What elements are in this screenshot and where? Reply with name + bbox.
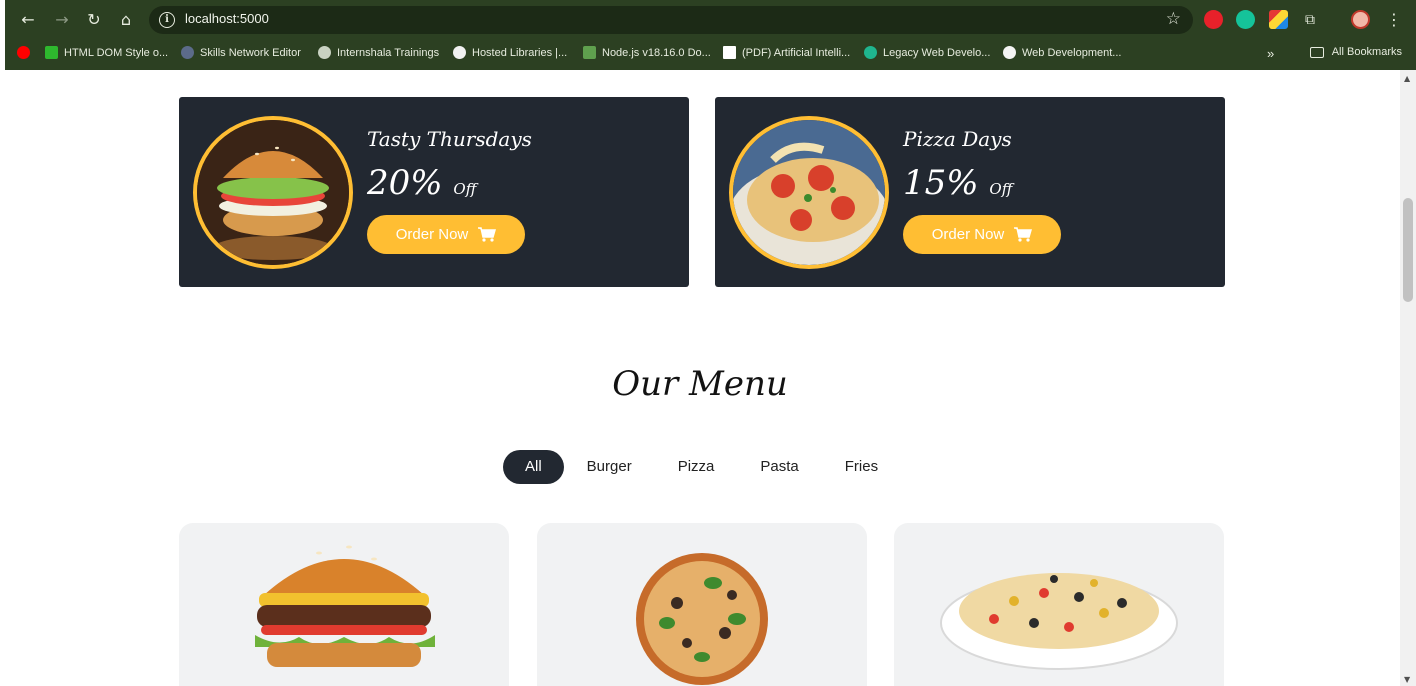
youtube-icon	[17, 46, 30, 59]
bookmark-label: Skills Network Editor	[200, 46, 301, 59]
forward-icon[interactable]: →	[51, 9, 73, 31]
offer-off-label: Off	[453, 180, 477, 198]
page-content: Tasty Thursdays 20% Off Order Now Pizza …	[0, 70, 1400, 686]
bookmark-label: Hosted Libraries |...	[472, 46, 568, 59]
offer-discount: 20% Off	[367, 163, 476, 203]
bookmark-item[interactable]: (PDF) Artificial Intelli...	[723, 46, 850, 59]
browser-chrome: ← → ↻ ⌂ i localhost:5000 ☆ ⧉ ⋮ HTML DOM …	[5, 0, 1416, 70]
order-now-button[interactable]: Order Now	[903, 215, 1061, 254]
offer-percent: 15%	[903, 163, 979, 203]
bookmark-item[interactable]: Node.js v18.16.0 Do...	[583, 46, 711, 59]
site-icon	[1003, 46, 1016, 59]
scroll-thumb[interactable]	[1403, 198, 1413, 302]
offer-card: Pizza Days 15% Off Order Now	[715, 97, 1225, 287]
browser-toolbar: ← → ↻ ⌂ i localhost:5000 ☆ ⧉ ⋮	[5, 0, 1416, 40]
grammarly-extension-icon[interactable]	[1236, 10, 1255, 29]
all-bookmarks-button[interactable]: All Bookmarks	[1309, 46, 1402, 58]
youtube-bookmark[interactable]	[17, 46, 30, 59]
order-now-button[interactable]: Order Now	[367, 215, 525, 254]
filter-burger[interactable]: Burger	[564, 450, 655, 484]
profile-avatar[interactable]	[1351, 10, 1370, 29]
globe-icon	[318, 46, 331, 59]
offer-off-label: Off	[989, 180, 1013, 198]
browser-menu-icon[interactable]: ⋮	[1383, 9, 1405, 31]
pizza-image	[733, 120, 885, 265]
offer-card: Tasty Thursdays 20% Off Order Now	[179, 97, 689, 287]
bookmarks-bar: HTML DOM Style o... Skills Network Edito…	[5, 41, 1416, 67]
filter-pasta[interactable]: Pasta	[737, 450, 821, 484]
filter-all[interactable]: All	[503, 450, 564, 484]
bookmark-item[interactable]: HTML DOM Style o...	[45, 46, 168, 59]
burger-image	[255, 545, 435, 667]
reload-icon[interactable]: ↻	[83, 9, 105, 31]
adblock-extension-icon[interactable]	[1204, 10, 1223, 29]
all-bookmarks-label: All Bookmarks	[1331, 46, 1402, 58]
offer-title: Pizza Days	[903, 127, 1012, 151]
menu-heading: Our Menu	[612, 364, 788, 404]
url-text[interactable]: localhost:5000	[185, 11, 269, 26]
site-info-icon[interactable]: i	[159, 12, 175, 28]
bookmarks-overflow-button[interactable]: »	[1267, 46, 1274, 61]
folder-icon	[1309, 46, 1324, 58]
bookmark-item[interactable]: Skills Network Editor	[181, 46, 301, 59]
menu-item-card[interactable]	[537, 523, 867, 686]
order-now-label: Order Now	[395, 226, 469, 243]
nodejs-icon	[583, 46, 596, 59]
cart-icon	[1014, 227, 1033, 242]
filter-pizza[interactable]: Pizza	[655, 450, 738, 484]
order-now-label: Order Now	[931, 226, 1005, 243]
cart-icon	[478, 227, 497, 242]
back-icon[interactable]: ←	[17, 9, 39, 31]
bookmark-label: HTML DOM Style o...	[64, 46, 169, 59]
menu-item-card[interactable]	[179, 523, 509, 686]
google-icon	[453, 46, 466, 59]
page-scrollbar[interactable]: ▲ ▼	[1400, 70, 1416, 686]
bookmark-label: Legacy Web Develo...	[883, 46, 991, 59]
w3schools-icon	[45, 46, 58, 59]
scroll-down-icon[interactable]: ▼	[1404, 675, 1410, 684]
menu-item-card[interactable]	[894, 523, 1224, 686]
offer-discount: 15% Off	[903, 163, 1012, 203]
globe-icon	[181, 46, 194, 59]
bookmark-item[interactable]: Legacy Web Develo...	[864, 46, 990, 59]
offer-image	[729, 116, 889, 269]
colorzilla-extension-icon[interactable]	[1269, 10, 1288, 29]
bookmark-item[interactable]: Internshala Trainings	[318, 46, 439, 59]
menu-filters: All Burger Pizza Pasta Fries	[503, 450, 901, 484]
bookmark-item[interactable]: Hosted Libraries |...	[453, 46, 567, 59]
pasta-image	[940, 573, 1178, 670]
address-bar[interactable]: i localhost:5000 ☆	[149, 6, 1193, 34]
bookmark-label: Node.js v18.16.0 Do...	[602, 46, 711, 59]
filter-fries[interactable]: Fries	[822, 450, 901, 484]
bookmark-item[interactable]: Web Development...	[1003, 46, 1121, 59]
bookmark-label: Internshala Trainings	[337, 46, 440, 59]
burger-image	[197, 120, 349, 265]
learning-icon	[864, 46, 877, 59]
researchgate-icon	[723, 46, 736, 59]
bookmark-label: (PDF) Artificial Intelli...	[742, 46, 851, 59]
extensions-puzzle-icon[interactable]: ⧉	[1299, 9, 1321, 31]
bookmark-star-icon[interactable]: ☆	[1166, 9, 1181, 29]
scroll-up-icon[interactable]: ▲	[1404, 74, 1410, 83]
home-icon[interactable]: ⌂	[115, 9, 137, 31]
offer-image	[193, 116, 353, 269]
bookmark-label: Web Development...	[1022, 46, 1122, 59]
pizza-image	[636, 553, 768, 685]
offer-title: Tasty Thursdays	[367, 127, 532, 151]
offer-percent: 20%	[367, 163, 443, 203]
